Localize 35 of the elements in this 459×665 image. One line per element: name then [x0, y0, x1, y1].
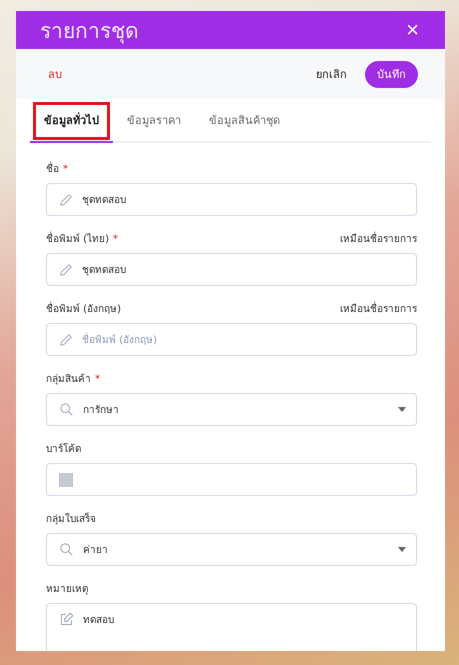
tab[interactable]: ข้อมูลทั่วไป	[30, 99, 113, 143]
note-field[interactable]: ทดสอบ	[46, 603, 417, 651]
select-field[interactable]: ค่ายา	[46, 533, 417, 566]
barcode-field[interactable]	[46, 463, 417, 496]
pencil-icon	[59, 262, 73, 276]
required-mark: *	[95, 374, 100, 385]
pencil-icon	[59, 192, 73, 206]
barcode-icon	[59, 472, 74, 486]
close-button[interactable]: ×	[406, 19, 419, 41]
delete-button[interactable]: ลบ	[48, 65, 62, 83]
field-label: ชื่อ	[46, 164, 59, 175]
required-mark: *	[63, 164, 68, 175]
save-button[interactable]: บันทึก	[365, 60, 418, 88]
field-label: บาร์โค้ด	[46, 444, 81, 455]
tab[interactable]: ข้อมูลสินค้าชุด	[195, 99, 294, 143]
required-mark: *	[112, 234, 118, 245]
search-icon	[59, 542, 74, 557]
dialog-title: รายการชุด	[40, 18, 139, 46]
text-field[interactable]: ชุดทดสอบ	[46, 183, 417, 216]
edit-icon	[59, 612, 74, 627]
caret-icon	[398, 407, 406, 412]
search-icon	[59, 402, 74, 417]
same-as-name-link[interactable]: เหมือนชื่อรายการ	[340, 231, 417, 246]
field-label: กลุ่มสินค้า	[46, 374, 91, 385]
text-field[interactable]: ชุดทดสอบ	[46, 253, 417, 286]
field-label: ชื่อพิมพ์ (ไทย)	[46, 234, 109, 245]
cancel-button[interactable]: ยกเลิก	[316, 65, 347, 83]
caret-icon	[398, 547, 406, 552]
field-label: ชื่อพิมพ์ (อังกฤษ)	[46, 304, 121, 315]
same-as-name-link[interactable]: เหมือนชื่อรายการ	[340, 301, 417, 316]
field-label: หมายเหตุ	[46, 584, 88, 595]
field-label: กลุ่มใบเสร็จ	[46, 514, 96, 525]
pencil-icon	[59, 332, 73, 346]
tab[interactable]: ข้อมูลราคา	[113, 99, 195, 143]
select-field[interactable]: การักษา	[46, 393, 417, 426]
